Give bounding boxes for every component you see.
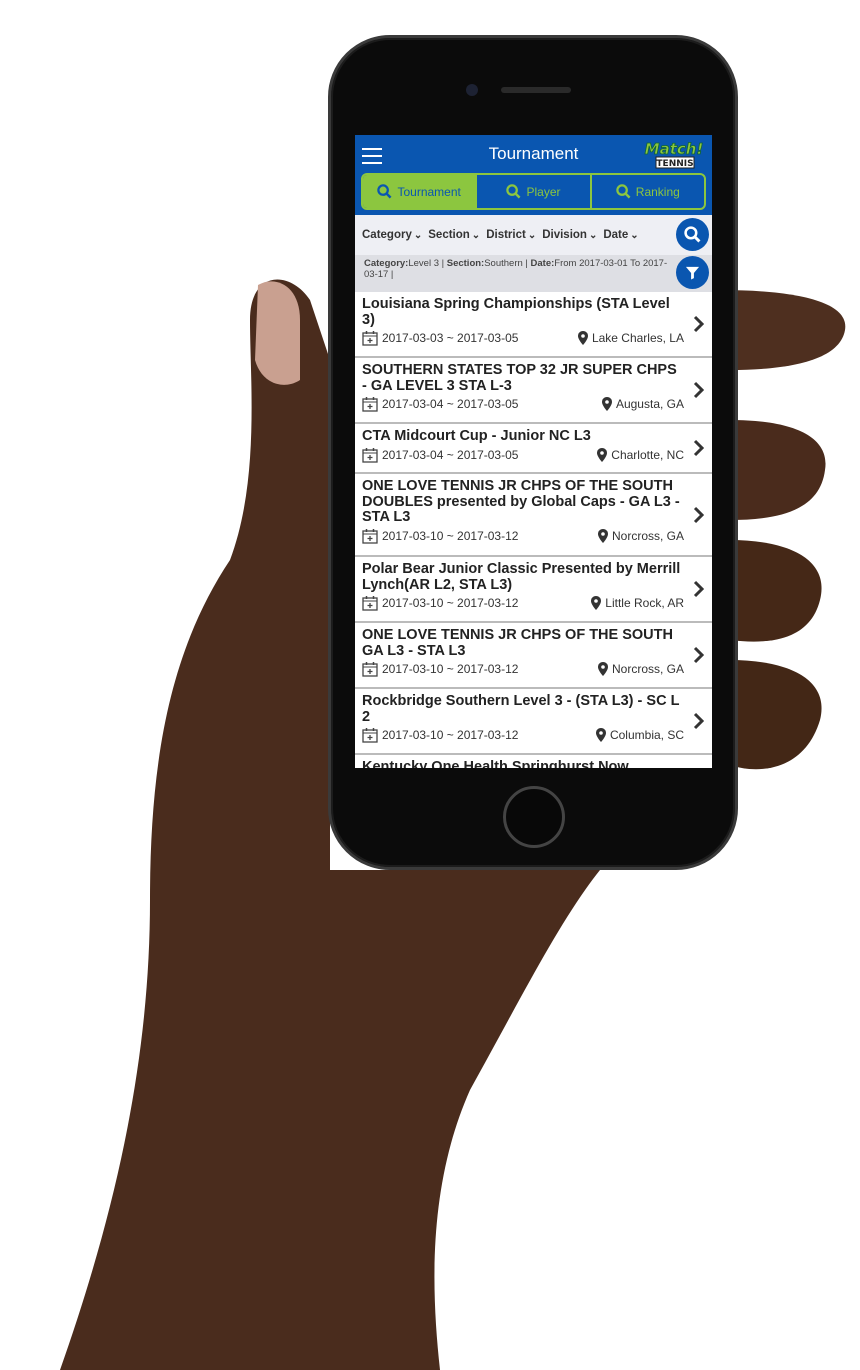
tournament-dates: 2017-03-10 ~ 2017-03-12: [382, 596, 519, 610]
svg-text:Match!: Match!: [645, 140, 704, 158]
tournament-name: Rockbridge Southern Level 3 - (STA L3) -…: [362, 693, 680, 725]
calendar-icon: [362, 447, 378, 463]
match-tennis-logo: Match! TENNIS: [644, 140, 704, 169]
search-icon: [506, 184, 521, 199]
tournament-name: ONE LOVE TENNIS JR CHPS OF THE SOUTH DOU…: [362, 478, 680, 525]
tournament-dates: 2017-03-10 ~ 2017-03-12: [382, 728, 519, 742]
tournament-location: Lake Charles, LA: [591, 331, 684, 345]
tournament-dates: 2017-03-10 ~ 2017-03-12: [382, 662, 519, 676]
chevron-right-icon: [693, 646, 704, 664]
tournament-row[interactable]: Louisiana Spring Championships (STA Leve…: [355, 292, 712, 358]
tournament-row[interactable]: SOUTHERN STATES TOP 32 JR SUPER CHPS - G…: [355, 358, 712, 424]
map-pin-icon: [595, 728, 606, 742]
tournament-row[interactable]: CTA Midcourt Cup - Junior NC L3 2017-03-0…: [355, 424, 712, 474]
search-mode-tabs: Tournament Player Ranking: [361, 173, 706, 210]
tournament-dates: 2017-03-03 ~ 2017-03-05: [382, 331, 519, 345]
tournament-name: ONE LOVE TENNIS JR CHPS OF THE SOUTH GA …: [362, 627, 673, 659]
chevron-right-icon: [693, 439, 704, 457]
chevron-down-icon: ⌄: [588, 230, 598, 241]
tournament-location: Norcross, GA: [611, 528, 684, 543]
tournament-dates: 2017-03-10 ~ 2017-03-12: [382, 528, 519, 543]
chevron-down-icon: ⌄: [413, 230, 423, 241]
tournament-dates: 2017-03-04 ~ 2017-03-05: [382, 397, 519, 411]
search-icon: [616, 184, 631, 199]
tournament-dates: 2017-03-04 ~ 2017-03-05: [382, 447, 519, 462]
chevron-down-icon: ⌄: [527, 230, 537, 241]
map-pin-icon: [601, 397, 612, 411]
svg-text:TENNIS: TENNIS: [656, 159, 693, 169]
chevron-right-icon: [693, 381, 704, 399]
map-pin-icon: [597, 662, 608, 676]
tournament-name: Kentucky One Health Springhurst Now: [362, 759, 629, 768]
search-button[interactable]: [676, 218, 709, 251]
app-header: Tournament Match! TENNIS Tournament Play…: [355, 135, 712, 215]
chevron-down-icon: ⌄: [471, 230, 481, 241]
tournament-location: Charlotte, NC: [611, 447, 684, 462]
map-pin-icon: [597, 528, 608, 543]
district-dropdown[interactable]: District ⌄: [486, 229, 536, 241]
tournament-row[interactable]: Kentucky One Health Springhurst Now: [355, 755, 712, 768]
tournament-row[interactable]: Polar Bear Junior Classic Presented by M…: [355, 557, 712, 623]
tournament-location: Little Rock, AR: [605, 596, 684, 610]
filter-button[interactable]: [676, 256, 709, 289]
calendar-icon: [362, 397, 378, 412]
tournament-row[interactable]: Rockbridge Southern Level 3 - (STA L3) -…: [355, 689, 712, 755]
chevron-down-icon: ⌄: [630, 230, 639, 241]
search-icon: [377, 184, 392, 199]
tournament-name: Polar Bear Junior Classic Presented by M…: [362, 561, 681, 593]
section-dropdown[interactable]: Section ⌄: [428, 229, 480, 241]
tab-player[interactable]: Player: [477, 175, 592, 208]
active-filter-summary: Category:Level 3 | Section:Southern | Da…: [355, 255, 712, 292]
division-dropdown[interactable]: Division ⌄: [542, 229, 597, 241]
chevron-right-icon: [693, 506, 704, 523]
chevron-right-icon: [693, 580, 704, 598]
filter-bar: Category ⌄ Section ⌄ District ⌄ Division ⌄ D…: [355, 215, 712, 255]
calendar-icon: [362, 331, 378, 346]
calendar-icon: [362, 528, 378, 544]
tournament-location: Augusta, GA: [615, 397, 684, 411]
filter-icon: [685, 266, 700, 280]
date-dropdown[interactable]: Date ⌄: [603, 229, 638, 241]
map-pin-icon: [577, 331, 588, 345]
category-dropdown[interactable]: Category ⌄: [362, 229, 422, 241]
app-screen: Tournament Match! TENNIS Tournament Play…: [355, 135, 712, 768]
search-icon: [684, 226, 701, 243]
tournament-row[interactable]: ONE LOVE TENNIS JR CHPS OF THE SOUTH DOU…: [355, 474, 712, 557]
tournament-name: CTA Midcourt Cup - Junior NC L3: [362, 428, 591, 444]
tab-tournament[interactable]: Tournament: [363, 175, 478, 208]
calendar-icon: [362, 596, 378, 611]
map-pin-icon: [591, 596, 602, 610]
tournament-location: Norcross, GA: [611, 662, 684, 676]
home-button[interactable]: [503, 786, 565, 848]
calendar-icon: [362, 662, 378, 677]
map-pin-icon: [597, 447, 608, 462]
chevron-right-icon: [693, 315, 704, 333]
tournament-name: Louisiana Spring Championships (STA Leve…: [362, 296, 670, 328]
front-camera: [466, 84, 478, 96]
tournament-name: SOUTHERN STATES TOP 32 JR SUPER CHPS - G…: [362, 362, 677, 394]
tournament-row[interactable]: ONE LOVE TENNIS JR CHPS OF THE SOUTH GA …: [355, 623, 712, 689]
calendar-icon: [362, 728, 378, 743]
chevron-right-icon: [693, 712, 704, 730]
tournament-location: Columbia, SC: [609, 728, 684, 742]
earpiece: [501, 87, 571, 93]
tab-ranking[interactable]: Ranking: [592, 175, 704, 208]
